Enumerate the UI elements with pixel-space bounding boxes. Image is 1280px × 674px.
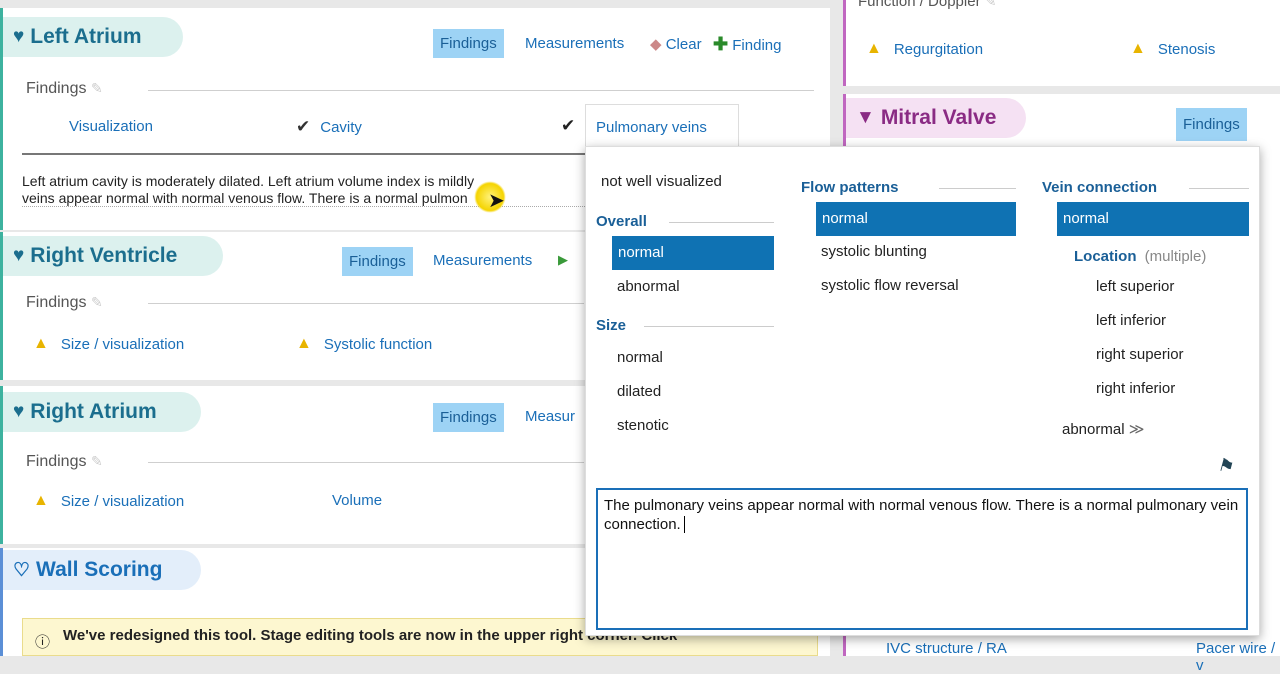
finding-size-visualization[interactable]: ▲ Size / visualization — [33, 335, 184, 353]
divider — [644, 326, 774, 327]
findings-tab[interactable]: Findings — [433, 29, 504, 58]
measurements-link[interactable]: Measurements — [525, 35, 624, 52]
finding-cavity[interactable]: ✔ Cavity — [296, 117, 362, 137]
function-doppler-label: Function / Doppler ✎ — [858, 0, 996, 10]
ivc-structure-link[interactable]: IVC structure / RA — [886, 640, 1007, 657]
measurements-link[interactable]: Measurements — [433, 252, 532, 269]
location-option-right-inferior[interactable]: right inferior — [1096, 380, 1175, 397]
option-not-well-visualized[interactable]: not well visualized — [601, 173, 722, 190]
overall-option-abnormal[interactable]: abnormal — [617, 278, 680, 295]
add-finding-button[interactable]: ✚ Finding — [713, 34, 781, 55]
vein-connection-group-label: Vein connection — [1042, 179, 1158, 196]
overall-option-normal[interactable]: normal — [612, 236, 774, 270]
location-option-left-inferior[interactable]: left inferior — [1096, 312, 1166, 329]
check-icon: ✔ — [296, 117, 311, 136]
warning-icon: ▲ — [33, 335, 49, 352]
heart-icon: ♥ — [13, 26, 25, 47]
divider — [148, 462, 584, 463]
vein-option-abnormal[interactable]: abnormal ≫ — [1062, 420, 1144, 438]
location-group-label: Location (multiple) — [1074, 248, 1207, 265]
location-option-right-superior[interactable]: right superior — [1096, 346, 1184, 363]
flow-option-normal[interactable]: normal — [816, 202, 1016, 236]
clear-button[interactable]: ◆ Clear — [650, 35, 702, 53]
eraser-icon: ✎ — [90, 80, 103, 96]
finding-visualization[interactable]: Visualization — [69, 118, 153, 135]
overall-group-label: Overall — [596, 213, 647, 230]
size-group-label: Size — [596, 317, 627, 334]
right-atrium-header[interactable]: ♥ Right Atrium — [3, 392, 201, 432]
double-chevron-down-icon: ≫ — [1128, 421, 1145, 438]
findings-section-label: Findings ✎ — [26, 294, 103, 311]
findings-section-label: Findings ✎ — [26, 80, 103, 97]
size-option-stenotic[interactable]: stenotic — [617, 417, 669, 434]
right-ventricle-header[interactable]: ♥ Right Ventricle — [3, 236, 223, 276]
wall-scoring-header[interactable]: ♡ Wall Scoring — [3, 550, 201, 590]
check-icon: ✔ — [561, 116, 576, 135]
warning-icon: ▲ — [866, 40, 882, 57]
divider — [1189, 188, 1249, 189]
divider — [148, 303, 584, 304]
pacer-wire-link[interactable]: Pacer wire / v — [1196, 640, 1280, 674]
finding-size-visualization[interactable]: ▲ Size / visualization — [33, 492, 184, 510]
warning-icon: ▲ — [33, 492, 49, 509]
measurements-link[interactable]: Measur — [525, 408, 575, 425]
pulmonary-veins-tab[interactable]: Pulmonary veins — [585, 104, 739, 148]
plus-icon: ✚ — [713, 34, 729, 54]
warning-icon: ▲ — [296, 335, 312, 352]
eraser-icon: ✎ — [984, 0, 997, 9]
finding-volume[interactable]: Volume — [332, 492, 382, 509]
flow-option-systolic-blunting[interactable]: systolic blunting — [821, 243, 927, 260]
flow-option-systolic-flow-reversal[interactable]: systolic flow reversal — [821, 277, 959, 294]
findings-tab[interactable]: Findings — [342, 247, 413, 276]
play-icon[interactable]: ▶ — [558, 252, 568, 268]
mitral-valve-header[interactable]: ▼ Mitral Valve — [846, 98, 1026, 138]
findings-tab[interactable]: Findings — [1176, 108, 1247, 141]
findings-tab[interactable]: Findings — [433, 403, 504, 432]
divider — [148, 90, 814, 91]
warning-icon: ▲ — [1130, 40, 1146, 57]
size-option-normal[interactable]: normal — [617, 349, 663, 366]
heart-icon: ♥ — [13, 245, 25, 266]
vein-option-normal[interactable]: normal — [1057, 202, 1249, 236]
finding-systolic-function[interactable]: ▲ Systolic function — [296, 335, 432, 353]
eraser-icon: ◆ — [650, 36, 662, 53]
divider — [669, 222, 774, 223]
finding-regurgitation[interactable]: ▲ Regurgitation — [866, 40, 983, 58]
flow-patterns-group-label: Flow patterns — [801, 179, 899, 196]
eraser-icon: ✎ — [90, 294, 103, 310]
flag-icon[interactable]: ⚑ — [1216, 454, 1237, 478]
mouse-pointer-icon: ➤ — [488, 190, 505, 212]
eraser-icon: ✎ — [90, 453, 103, 469]
valve-icon: ▼ — [856, 107, 875, 128]
size-option-dilated[interactable]: dilated — [617, 383, 661, 400]
heart-outline-icon: ♡ — [13, 559, 31, 581]
pulmonary-veins-text-field[interactable]: The pulmonary veins appear normal with n… — [596, 488, 1248, 630]
divider — [939, 188, 1016, 189]
info-icon: ⓘ — [35, 634, 51, 651]
finding-stenosis[interactable]: ▲ Stenosis — [1130, 40, 1215, 58]
findings-section-label: Findings ✎ — [26, 453, 103, 470]
heart-icon: ♥ — [13, 401, 25, 422]
text-cursor — [683, 516, 685, 533]
location-option-left-superior[interactable]: left superior — [1096, 278, 1174, 295]
left-atrium-header[interactable]: ♥ Left Atrium — [3, 17, 183, 57]
